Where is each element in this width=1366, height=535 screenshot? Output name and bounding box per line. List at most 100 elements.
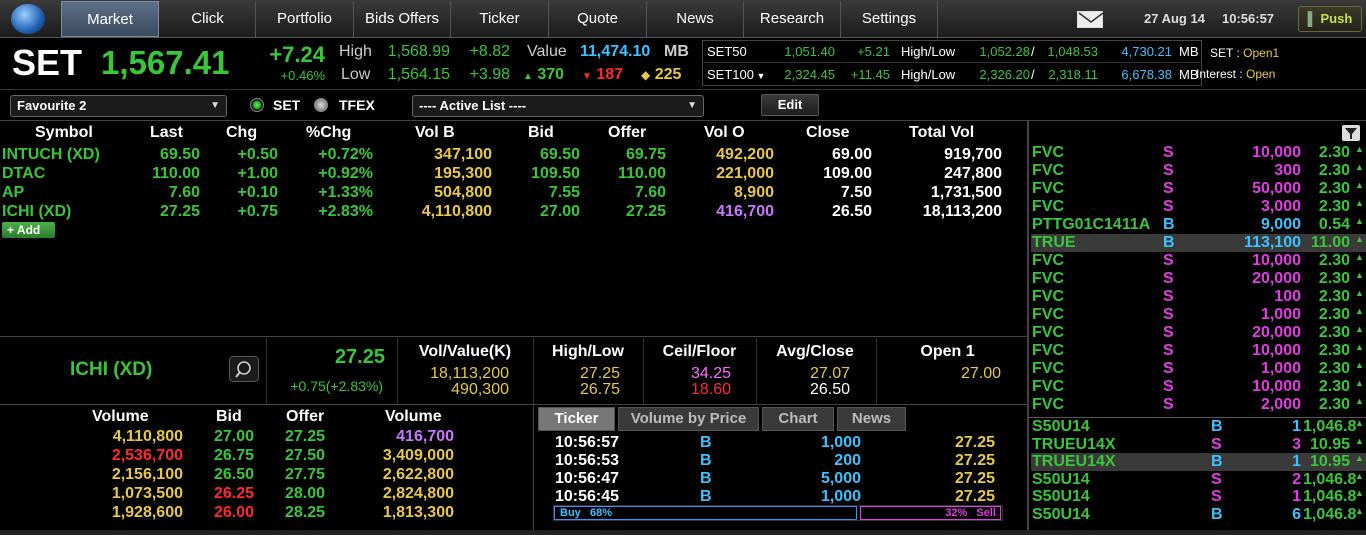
favourite-select[interactable]: Favourite 2 ▼ — [10, 95, 227, 117]
current-time: 10:56:57 — [1222, 11, 1275, 26]
col-vol-b[interactable]: Vol B — [415, 124, 455, 142]
unchanged-count: 225 — [654, 66, 682, 83]
quote-value: 490,300 — [451, 381, 509, 398]
cell-vol-b: 195,300 — [434, 165, 492, 182]
set100-label[interactable]: SET100 ▼ — [707, 67, 765, 82]
nav-tab-settings[interactable]: Settings — [841, 1, 938, 37]
depth-row[interactable]: 1,928,600 26.00 28.25 1,813,300 — [0, 504, 530, 523]
depth-row[interactable]: 1,073,500 26.25 28.00 2,824,800 — [0, 485, 530, 504]
stream-row[interactable]: S50U14 B 1 1,046.8 ▲ — [1031, 418, 1366, 436]
stream-row[interactable]: FVC S 10,000 2.30 ▲ — [1031, 378, 1366, 396]
edit-button[interactable]: Edit — [761, 94, 819, 116]
interest-label: Interest — [1196, 67, 1237, 81]
stream-row[interactable]: S50U14 B 6 1,046.8 ▲ — [1031, 506, 1366, 524]
stream-symbol: PTTG01C1411A — [1032, 216, 1151, 233]
active-list-value: ---- Active List ---- — [419, 98, 527, 113]
stream-row[interactable]: FVC S 1,000 2.30 ▲ — [1031, 360, 1366, 378]
stream-row[interactable]: FVC S 10,000 2.30 ▲ — [1031, 342, 1366, 360]
set50-label: SET50 — [707, 44, 747, 59]
tab-chart[interactable]: Chart — [762, 407, 834, 431]
push-indicator-icon: ▌ — [1307, 11, 1317, 26]
stream-volume: 3 — [1292, 435, 1301, 453]
stream-price: 2.30 — [1318, 360, 1350, 377]
stream-row[interactable]: FVC S 300 2.30 ▲ — [1031, 162, 1366, 180]
tab-ticker[interactable]: Ticker — [538, 407, 615, 431]
nav-tab-bids-offers[interactable]: Bids Offers — [354, 1, 451, 37]
stream-row[interactable]: FVC S 10,000 2.30 ▲ — [1031, 144, 1366, 162]
col-vol-o[interactable]: Vol O — [704, 124, 745, 142]
depth-row[interactable]: 2,536,700 26.75 27.50 3,409,000 — [0, 447, 530, 466]
stream-symbol: S50U14 — [1032, 470, 1090, 488]
stream-side: S — [1163, 288, 1174, 305]
tab-volume-by-price[interactable]: Volume by Price — [618, 407, 759, 431]
ticker-volume: 1,000 — [820, 434, 861, 451]
stream-row[interactable]: FVC S 20,000 2.30 ▲ — [1031, 324, 1366, 342]
horizontal-scrollbar[interactable] — [0, 530, 1366, 535]
table-row[interactable]: AP 7.60 +0.10 +1.33% 504,800 7.55 7.60 8,900 7.5… — [0, 184, 1026, 203]
quote-open: 27.00 — [960, 365, 1001, 382]
stream-row[interactable]: TRUEU14X B 1 10.95 ▲ — [1031, 453, 1366, 471]
stream-row[interactable]: PTTG01C1411A B 9,000 0.54 ▲ — [1031, 216, 1366, 234]
stream-row[interactable]: FVC S 1,000 2.30 ▲ — [1031, 306, 1366, 324]
add-symbol-button[interactable]: + Add — [2, 222, 55, 238]
nav-tab-quote[interactable]: Quote — [549, 1, 647, 37]
stream-row[interactable]: FVC S 10,000 2.30 ▲ — [1031, 252, 1366, 270]
search-icon[interactable] — [229, 356, 259, 382]
stream-row[interactable]: S50U14 S 2 1,046.8 ▲ — [1031, 471, 1366, 489]
col-last[interactable]: Last — [150, 124, 183, 142]
active-list-select[interactable]: ---- Active List ---- ▼ — [412, 95, 704, 117]
stream-row[interactable]: TRUE B 113,100 11.00 ▲ — [1031, 234, 1366, 252]
set50-high: 1,052.28 — [979, 44, 1030, 59]
nav-tab-portfolio[interactable]: Portfolio — [256, 1, 354, 37]
mail-icon[interactable] — [1077, 11, 1104, 28]
cell-vol-b: 4,110,800 — [421, 203, 492, 220]
col-symbol[interactable]: Symbol — [35, 124, 93, 142]
set-radio[interactable] — [250, 98, 264, 112]
nav-tab-market[interactable]: Market — [61, 1, 159, 37]
bid-volume: 4,110,800 — [112, 428, 183, 445]
depth-row[interactable]: 2,156,100 26.50 27.75 2,622,800 — [0, 466, 530, 485]
buy-percent: 68% — [589, 507, 612, 519]
stream-row[interactable]: TRUEU14X S 3 10.95 ▲ — [1031, 436, 1366, 454]
stream-row[interactable]: FVC S 20,000 2.30 ▲ — [1031, 270, 1366, 288]
table-row[interactable]: INTUCH (XD) 69.50 +0.50 +0.72% 347,100 69.50 6… — [0, 146, 1026, 165]
nav-tab-click[interactable]: Click — [160, 1, 256, 37]
col-pchg[interactable]: %Chg — [306, 124, 351, 142]
nav-tab-research[interactable]: Research — [744, 1, 841, 37]
stream-side: S — [1163, 306, 1174, 323]
tab-news[interactable]: News — [837, 407, 906, 431]
push-button[interactable]: ▌ Push — [1298, 6, 1362, 32]
stream-row[interactable]: FVC S 2,000 2.30 ▲ — [1031, 396, 1366, 414]
nav-tab-ticker[interactable]: Ticker — [451, 1, 549, 37]
stream-symbol: FVC — [1032, 396, 1064, 413]
stream-row[interactable]: FVC S 50,000 2.30 ▲ — [1031, 180, 1366, 198]
table-row[interactable]: DTAC 110.00 +1.00 +0.92% 195,300 109.50 110.00… — [0, 165, 1026, 184]
stream-row[interactable]: FVC S 100 2.30 ▲ — [1031, 288, 1366, 306]
stream-price: 2.30 — [1318, 306, 1350, 323]
index-low-change: +3.98 — [469, 66, 510, 83]
table-row[interactable]: ICHI (XD) 27.25 +0.75 +2.83% 4,110,800 27.00 2… — [0, 203, 1026, 222]
stream-side: S — [1163, 180, 1174, 197]
advances-count: 370 — [537, 66, 565, 83]
bid-price: 26.25 — [213, 485, 254, 502]
set50-highlow-label: High/Low — [901, 44, 956, 59]
stream-price: 2.30 — [1318, 252, 1350, 269]
col-chg[interactable]: Chg — [226, 124, 257, 142]
index-name: SET — [12, 42, 83, 83]
col-bid[interactable]: Bid — [528, 124, 554, 142]
set50-amount: 4,730.21 — [1121, 44, 1172, 59]
tfex-radio[interactable] — [314, 98, 328, 112]
depth-row[interactable]: 4,110,800 27.00 27.25 416,700 — [0, 428, 530, 447]
col-total-vol[interactable]: Total Vol — [909, 124, 974, 142]
stream-row[interactable]: S50U14 S 1 1,046.8 ▲ — [1031, 488, 1366, 506]
stream-volume: 10,000 — [1252, 378, 1301, 395]
col-offer[interactable]: Offer — [608, 124, 646, 142]
cell-vol-o: 8,900 — [733, 184, 774, 201]
col-close[interactable]: Close — [806, 124, 850, 142]
ticker-volume: 1,000 — [820, 488, 861, 505]
nav-tab-news[interactable]: News — [647, 1, 744, 37]
filter-icon[interactable] — [1342, 125, 1360, 141]
stream-row[interactable]: FVC S 3,000 2.30 ▲ — [1031, 198, 1366, 216]
cell-offer: 69.75 — [625, 146, 666, 163]
cell-bid: 27.00 — [539, 203, 580, 220]
